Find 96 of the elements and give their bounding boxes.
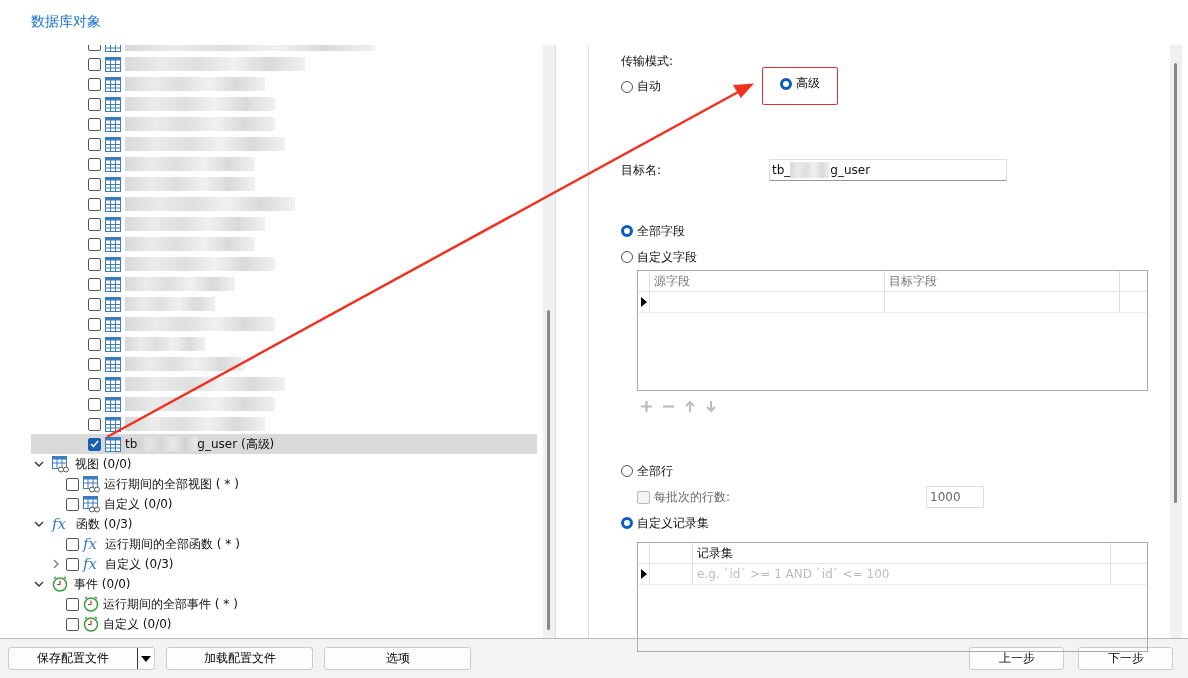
- tree-group-label[interactable]: 函数 (0/3): [76, 515, 133, 533]
- nav-button[interactable]: 上一步: [969, 647, 1064, 670]
- radio-button[interactable]: 自定义字段: [621, 248, 697, 266]
- target-name-label: 目标名:: [621, 161, 663, 179]
- checkbox[interactable]: [66, 617, 79, 631]
- footer-button[interactable]: 选项: [324, 647, 471, 670]
- table-icon: [105, 356, 121, 372]
- function-icon: fx: [52, 516, 70, 532]
- checkbox[interactable]: [66, 497, 79, 511]
- table-name-end: g_user (高级): [197, 435, 275, 453]
- checkbox[interactable]: [88, 117, 101, 131]
- dropdown-arrow-icon[interactable]: [141, 655, 151, 662]
- nav-button[interactable]: 下一步: [1078, 647, 1173, 670]
- tree-item-label[interactable]: 自定义 (0/0): [104, 495, 173, 513]
- column-header: 目标字段: [885, 271, 1120, 291]
- tree-item-label[interactable]: 运行期间的全部视图 ( * ): [104, 475, 239, 493]
- checkbox[interactable]: [88, 297, 101, 311]
- checkbox[interactable]: [66, 597, 79, 611]
- checkbox[interactable]: [88, 137, 101, 151]
- table-glasses-icon: [83, 495, 100, 513]
- clock-icon: [52, 576, 68, 592]
- checkbox[interactable]: [88, 437, 101, 451]
- checkbox[interactable]: [88, 357, 101, 371]
- checkbox[interactable]: [88, 397, 101, 411]
- clock-icon: [83, 616, 99, 632]
- table-icon: [105, 256, 121, 272]
- checkbox[interactable]: [88, 277, 101, 291]
- function-icon: fx: [83, 536, 101, 552]
- checkbox[interactable]: [88, 157, 101, 171]
- tree-row[interactable]: tb g_user (高级): [31, 434, 537, 454]
- checkbox[interactable]: [88, 177, 101, 191]
- clock-icon: [83, 596, 99, 612]
- chevron-icon[interactable]: [34, 579, 44, 589]
- table-icon: [105, 236, 121, 252]
- checkbox[interactable]: [88, 317, 101, 331]
- checkbox[interactable]: [88, 197, 101, 211]
- checkbox[interactable]: [88, 57, 101, 71]
- table-icon: [105, 56, 121, 72]
- radio-button[interactable]: 自动: [621, 78, 661, 95]
- table-icon: [105, 296, 121, 312]
- table-icon: [105, 436, 121, 452]
- checkbox[interactable]: [88, 377, 101, 391]
- table-icon: [105, 316, 121, 332]
- radio-button[interactable]: 全部字段: [621, 222, 685, 240]
- scrollbar[interactable]: [543, 45, 555, 638]
- save-config-button[interactable]: 保存配置文件: [8, 647, 155, 670]
- checkbox[interactable]: [66, 477, 79, 491]
- radio-button[interactable]: 高级: [780, 75, 820, 92]
- checkbox[interactable]: [88, 97, 101, 111]
- target-name-field[interactable]: tb_ g_user: [769, 159, 1007, 181]
- radio-button[interactable]: 全部行: [621, 462, 673, 480]
- table-glasses-icon: [52, 455, 69, 473]
- table-icon: [105, 276, 121, 292]
- checkbox[interactable]: [88, 337, 101, 351]
- batch-rows-label: 每批次的行数:: [654, 488, 732, 506]
- table-icon: [105, 156, 121, 172]
- column-header: 源字段: [650, 271, 885, 291]
- row-pointer-icon: [640, 297, 647, 307]
- tree-item-label[interactable]: 运行期间的全部事件 ( * ): [103, 595, 238, 613]
- table-icon: [105, 116, 121, 132]
- chevron-icon[interactable]: [34, 519, 44, 529]
- table-icon: [105, 176, 121, 192]
- table-icon: [105, 76, 121, 92]
- checkbox[interactable]: [88, 77, 101, 91]
- column-header: 记录集: [693, 543, 1111, 563]
- row-pointer-icon: [640, 569, 647, 579]
- transfer-mode-label: 传输模式:: [621, 53, 675, 70]
- function-icon: fx: [83, 556, 101, 572]
- tree-group-label[interactable]: 视图 (0/0): [75, 455, 132, 473]
- tree-item-label[interactable]: 自定义 (0/0): [103, 615, 172, 633]
- table-icon: [105, 96, 121, 112]
- tree-item-label[interactable]: 运行期间的全部函数 ( * ): [105, 535, 240, 553]
- field-mapping-grid[interactable]: 源字段 目标字段: [637, 270, 1148, 391]
- tree-item-label[interactable]: 自定义 (0/3): [105, 555, 174, 573]
- footer-button[interactable]: 加载配置文件: [166, 647, 313, 670]
- table-icon: [105, 196, 121, 212]
- section-title: 数据库对象: [31, 12, 101, 31]
- table-icon: [105, 216, 121, 232]
- checkbox[interactable]: [88, 217, 101, 231]
- checkbox[interactable]: [66, 557, 79, 571]
- table-name-start: tb: [125, 437, 138, 451]
- table-icon: [105, 376, 121, 392]
- table-glasses-icon: [83, 475, 100, 493]
- checkbox[interactable]: [66, 537, 79, 551]
- scrollbar[interactable]: [1170, 45, 1182, 638]
- table-icon: [105, 396, 121, 412]
- table-icon: [105, 336, 121, 352]
- placeholder-text: e.g. `id` >= 1 AND `id` <= 100: [693, 564, 1111, 584]
- table-icon: [105, 416, 121, 432]
- table-icon: [105, 136, 121, 152]
- checkbox[interactable]: [88, 237, 101, 251]
- tree-group-label[interactable]: 事件 (0/0): [74, 575, 131, 593]
- checkbox[interactable]: [88, 257, 101, 271]
- radio-button[interactable]: 自定义记录集: [621, 514, 709, 532]
- checkbox[interactable]: [88, 417, 101, 431]
- chevron-icon[interactable]: [34, 459, 44, 469]
